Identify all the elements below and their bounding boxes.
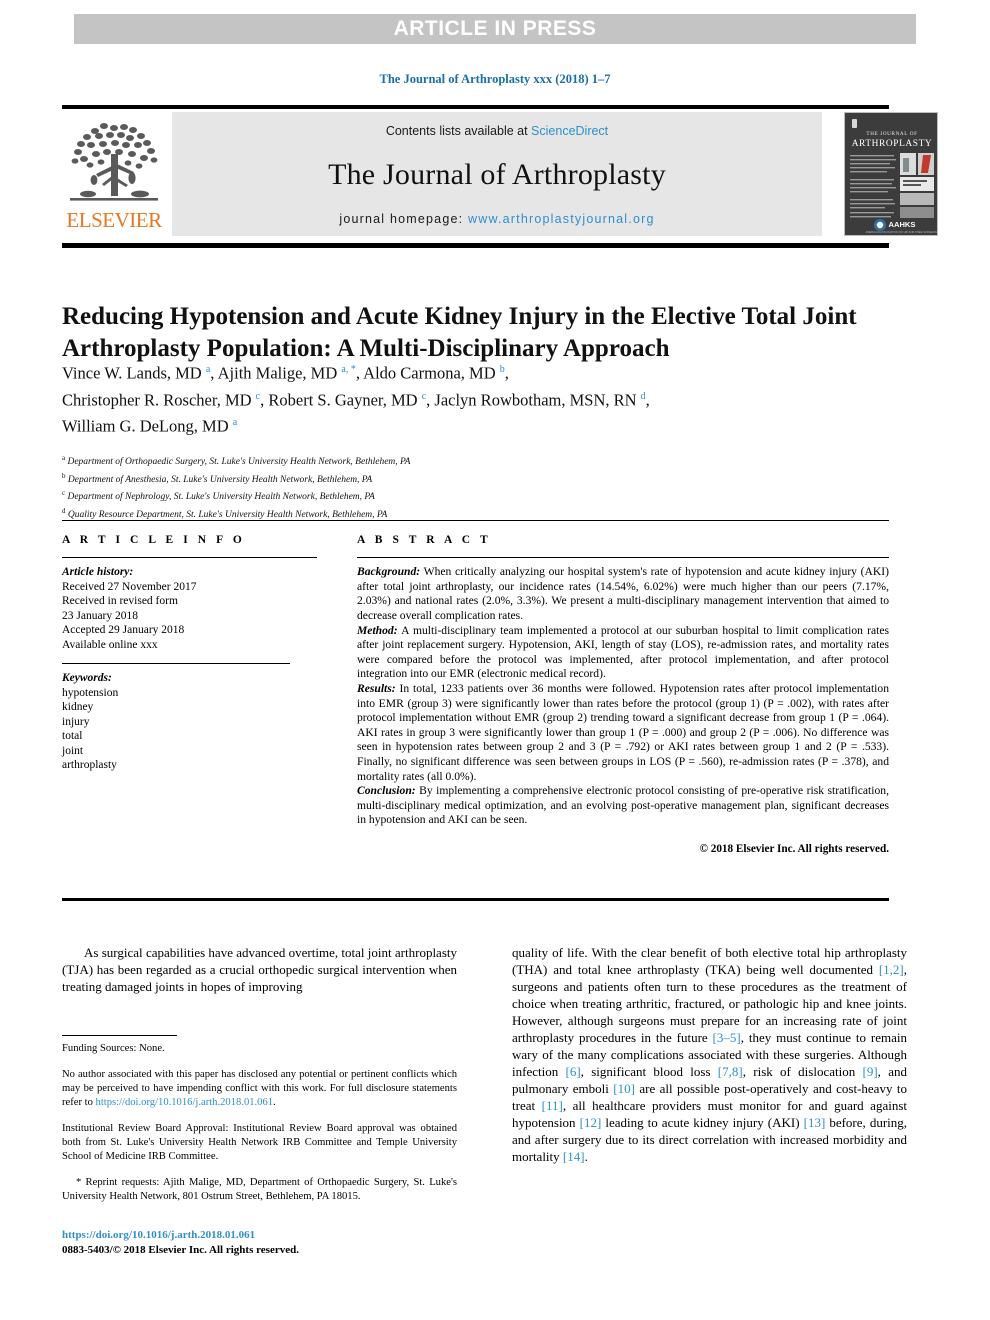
keywords-divider <box>62 663 290 665</box>
running-head: The Journal of Arthroplasty xxx (2018) 1… <box>379 72 611 86</box>
sciencedirect-link[interactable]: ScienceDirect <box>531 124 608 138</box>
abstract-section: Results: In total, 1233 patients over 36… <box>357 682 889 784</box>
history-item: Received 27 November 2017 <box>62 580 197 593</box>
contents-prefix-text: Contents lists available at <box>385 124 532 138</box>
paragraph: quality of life. With the clear benefit … <box>512 945 908 1164</box>
abstract-body: Background: When critically analyzing ou… <box>357 565 889 856</box>
affiliation-mark: c <box>62 489 66 498</box>
journal-cover-art: THE JOURNAL OF ARTHROPLASTY AAHKS AMERIC… <box>845 113 938 235</box>
issn-copyright-line: 0883-5403/© 2018 Elsevier Inc. All right… <box>62 1244 299 1256</box>
masthead-center-panel: Contents lists available at ScienceDirec… <box>172 112 822 236</box>
history-item: Accepted 29 January 2018 <box>62 624 185 637</box>
cover-society-sub: AMERICAN ASSOCIATION OF HIP AND KNEE SUR… <box>865 230 938 234</box>
footnote-funding: Funding Sources: None. <box>62 1043 165 1054</box>
footnote-block: Funding Sources: None. No author associa… <box>62 1042 457 1204</box>
footnote-irb: Institutional Review Board Approval: Ins… <box>62 1123 457 1162</box>
info-band-bottom-rule <box>62 898 889 901</box>
abstract-section: Method: A multi-disciplinary team implem… <box>357 624 889 682</box>
cover-line1: THE JOURNAL OF <box>866 131 917 137</box>
abstract-section-label: Method: <box>357 623 398 637</box>
affiliation-text: Department of Nephrology, St. Luke's Uni… <box>67 492 375 503</box>
body-column-right: quality of life. With the clear benefit … <box>512 944 907 1165</box>
doi-link[interactable]: https://doi.org/10.1016/j.arth.2018.01.0… <box>62 1228 457 1243</box>
abstract-copyright: © 2018 Elsevier Inc. All rights reserved… <box>699 842 889 855</box>
abstract-column: A B S T R A C T Background: When critica… <box>357 534 889 856</box>
keyword-item: total <box>62 730 83 743</box>
article-info-heading: A R T I C L E I N F O <box>62 534 246 546</box>
affiliation-text: Department of Orthopaedic Surgery, St. L… <box>67 457 411 468</box>
affiliation-item: b Department of Anesthesia, St. Luke's U… <box>62 470 892 488</box>
article-history-block: Article history: Received 27 November 20… <box>62 565 317 652</box>
abstract-section: Conclusion: By implementing a comprehens… <box>357 784 889 828</box>
history-item: 23 January 2018 <box>62 609 139 622</box>
keyword-item: arthroplasty <box>62 759 117 772</box>
affiliation-mark: d <box>62 506 66 515</box>
abstract-section: Background: When critically analyzing ou… <box>357 565 889 623</box>
journal-title: The Journal of Arthroplasty <box>328 158 666 191</box>
affiliation-item: c Department of Nephrology, St. Luke's U… <box>62 487 892 505</box>
journal-masthead: ELSEVIER Contents lists available at Sci… <box>62 112 938 236</box>
cover-line2: ARTHROPLASTY <box>852 139 933 149</box>
footnote-reprint: * Reprint requests: Ajith Malige, MD, De… <box>62 1177 457 1202</box>
info-band-top-rule <box>62 520 889 522</box>
contents-list-line: Contents lists available at ScienceDirec… <box>386 124 608 138</box>
body-column-left: As surgical capabilities have advanced o… <box>62 944 457 995</box>
abstract-section-text: By implementing a comprehensive electron… <box>357 784 889 827</box>
doi-footer: https://doi.org/10.1016/j.arth.2018.01.0… <box>62 1228 457 1258</box>
journal-homepage-link[interactable]: www.arthroplastyjournal.org <box>468 212 655 226</box>
homepage-prefix-text: journal homepage: <box>339 212 468 226</box>
abstract-section-label: Results: <box>357 681 396 695</box>
keywords-block: Keywords: hypotension kidney injury tota… <box>62 671 317 773</box>
article-page: ARTICLE IN PRESS The Journal of Arthropl… <box>0 0 990 1320</box>
article-info-underline <box>62 557 317 559</box>
abstract-section-text: In total, 1233 patients over 36 months w… <box>357 681 889 783</box>
abstract-heading: A B S T R A C T <box>357 534 492 546</box>
abstract-underline <box>357 557 889 559</box>
elsevier-wordmark: ELSEVIER <box>66 208 162 232</box>
footnote-disclosure: No author associated with this paper has… <box>62 1069 457 1108</box>
keyword-item: hypotension <box>62 686 119 699</box>
abstract-section-text: A multi-disciplinary team implemented a … <box>357 623 889 681</box>
keyword-item: kidney <box>62 701 94 714</box>
article-in-press-banner: ARTICLE IN PRESS <box>74 14 916 44</box>
affiliation-text: Department of Anesthesia, St. Luke's Uni… <box>67 474 373 485</box>
journal-cover-thumbnail: THE JOURNAL OF ARTHROPLASTY AAHKS AMERIC… <box>844 112 938 236</box>
journal-homepage-line: journal homepage: www.arthroplastyjourna… <box>339 212 654 226</box>
author-list: Vince W. Lands, MD a, Ajith Malige, MD a… <box>62 363 650 436</box>
affiliation-mark: a <box>62 454 66 462</box>
history-item: Available online xxx <box>62 638 158 651</box>
keyword-item: joint <box>62 744 84 757</box>
abstract-section-text: When critically analyzing our hospital s… <box>357 565 889 622</box>
intro-paragraph-left: As surgical capabilities have advanced o… <box>62 944 457 995</box>
elsevier-logo: ELSEVIER <box>62 112 166 236</box>
cover-society: AAHKS <box>888 220 915 229</box>
paragraph: As surgical capabilities have advanced o… <box>62 945 457 994</box>
keywords-label: Keywords: <box>62 672 112 685</box>
affiliation-item: a Department of Orthopaedic Surgery, St.… <box>62 452 892 470</box>
affiliation-mark: b <box>62 471 66 480</box>
abstract-section-label: Conclusion: <box>357 784 416 798</box>
keyword-item: injury <box>62 715 90 728</box>
affiliation-text: Quality Resource Department, St. Luke's … <box>67 510 388 521</box>
affiliation-list: a Department of Orthopaedic Surgery, St.… <box>62 452 892 523</box>
abstract-section-label: Background: <box>357 565 421 579</box>
footnote-rule <box>62 1035 177 1037</box>
page-title: Reducing Hypotension and Acute Kidney In… <box>62 302 857 362</box>
intro-paragraph-right: quality of life. With the clear benefit … <box>512 944 907 1165</box>
elsevier-tree-icon <box>70 123 158 201</box>
masthead-top-rule <box>62 105 889 109</box>
history-item: Received in revised form <box>62 595 178 608</box>
masthead-bottom-rule <box>62 243 889 248</box>
article-info-column: A R T I C L E I N F O Article history: R… <box>62 534 317 773</box>
article-history-label: Article history: <box>62 566 134 579</box>
